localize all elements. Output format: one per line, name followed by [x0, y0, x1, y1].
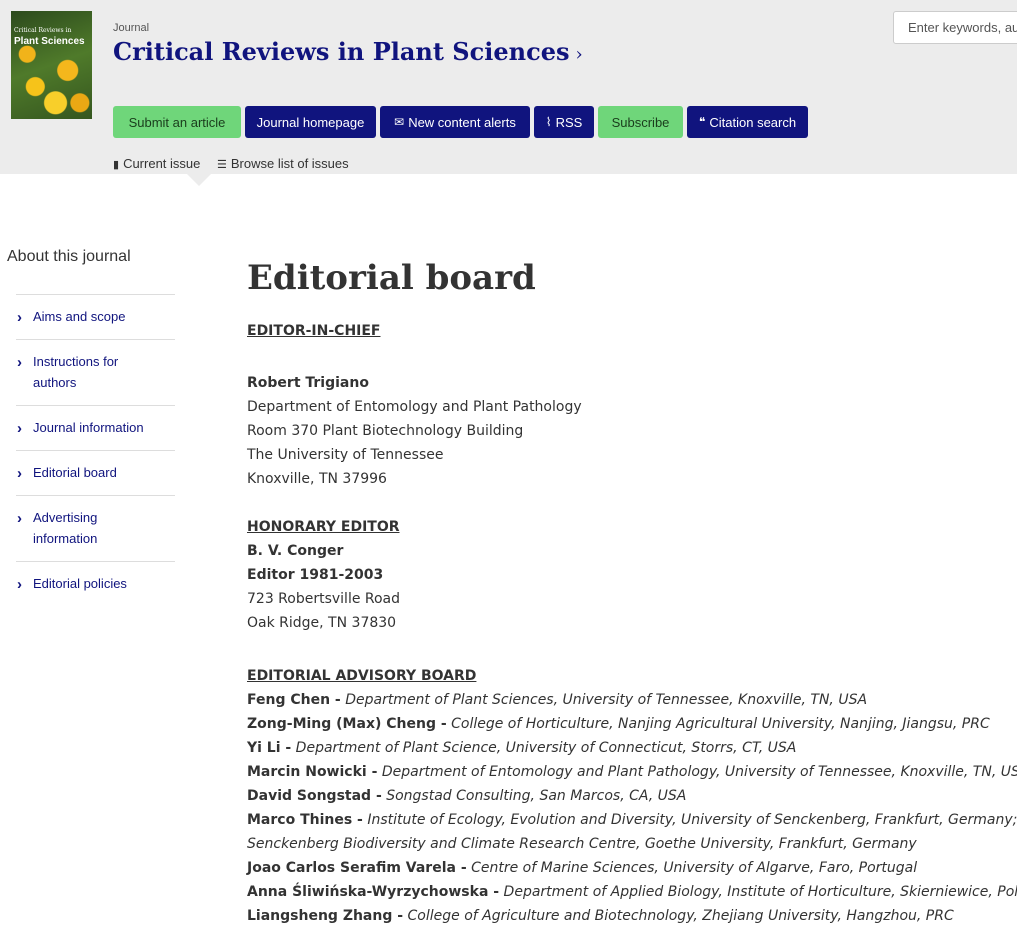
sidebar-item-label: Journal information: [33, 420, 144, 435]
board-member-affiliation: Department of Applied Biology, Institute…: [503, 884, 1017, 900]
board-member-name: Liangsheng Zhang -: [247, 908, 404, 924]
search-placeholder: Enter keywords, au: [908, 20, 1017, 35]
honorary-editor-address-line: 723 Robertsville Road: [247, 591, 401, 607]
subscribe-label: Subscribe: [611, 114, 670, 130]
sidebar-item-aims-and-scope[interactable]: › Aims and scope: [16, 294, 175, 339]
submit-article-button[interactable]: Submit an article: [113, 106, 241, 138]
subscribe-button[interactable]: Subscribe: [598, 106, 683, 138]
journal-homepage-button[interactable]: Journal homepage: [245, 106, 376, 138]
chevron-right-icon: ›: [17, 510, 22, 527]
honorary-editor-heading: HONORARY EDITOR: [247, 519, 400, 535]
cover-text-line-1: Critical Reviews in: [14, 27, 72, 34]
board-member-affiliation: College of Horticulture, Nanjing Agricul…: [451, 716, 990, 732]
board-member-affiliation: Department of Entomology and Plant Patho…: [381, 764, 1017, 780]
editor-in-chief-address-line: Department of Entomology and Plant Patho…: [247, 399, 582, 415]
sidebar-heading: About this journal: [7, 248, 131, 265]
chevron-right-icon: ›: [575, 44, 583, 65]
board-member-name: Feng Chen -: [247, 692, 341, 708]
chevron-right-icon: ›: [17, 309, 22, 326]
journal-title-link[interactable]: Critical Reviews in Plant Sciences ›: [113, 37, 583, 66]
journal-homepage-label: Journal homepage: [256, 114, 365, 130]
journal-label: Journal: [113, 22, 150, 34]
editor-in-chief-name: Robert Trigiano: [247, 375, 369, 391]
advisory-board-heading: EDITORIAL ADVISORY BOARD: [247, 668, 477, 684]
board-member-name: Marcin Nowicki -: [247, 764, 378, 780]
board-member-affiliation: Centre of Marine Sciences, University of…: [471, 860, 918, 876]
search-input[interactable]: Enter keywords, au: [893, 11, 1017, 44]
board-member-name: David Songstad -: [247, 788, 382, 804]
browse-issues-link[interactable]: ☰ Browse list of issues: [217, 156, 349, 171]
board-member-affiliation-continued: Senckenberg Biodiversity and Climate Res…: [247, 836, 917, 852]
honorary-editor-role: Editor 1981-2003: [247, 567, 384, 583]
board-member-affiliation: Institute of Ecology, Evolution and Dive…: [367, 812, 1017, 828]
sidebar-item-editorial-policies[interactable]: › Editorial policies: [16, 561, 175, 606]
citation-search-label: Citation search: [709, 114, 797, 130]
book-icon: ▮: [113, 159, 120, 171]
board-member: Marco Thines - Institute of Ecology, Evo…: [247, 812, 1017, 828]
cover-text-line-2: Plant Sciences: [14, 36, 85, 47]
chevron-right-icon: ›: [17, 354, 22, 371]
new-content-alerts-button[interactable]: ✉ New content alerts: [380, 106, 530, 138]
board-member: Zong-Ming (Max) Cheng - College of Horti…: [247, 716, 990, 732]
board-member: Liangsheng Zhang - College of Agricultur…: [247, 908, 954, 924]
board-member-name: Zong-Ming (Max) Cheng -: [247, 716, 447, 732]
rss-label: RSS: [555, 114, 583, 130]
chevron-right-icon: ›: [17, 465, 22, 482]
current-issue-link[interactable]: ▮ Current issue: [113, 156, 200, 171]
editor-in-chief-address-line: Knoxville, TN 37996: [247, 471, 387, 487]
sidebar-item-advertising-information[interactable]: › Advertising information: [16, 495, 175, 561]
editor-in-chief-heading: EDITOR-IN-CHIEF: [247, 323, 381, 339]
board-member-affiliation: Department of Plant Science, University …: [295, 740, 797, 756]
current-issue-label: Current issue: [123, 156, 201, 171]
honorary-editor-address-line: Oak Ridge, TN 37830: [247, 615, 397, 631]
chevron-right-icon: ›: [17, 420, 22, 437]
board-member: Marcin Nowicki - Department of Entomolog…: [247, 764, 1017, 780]
new-content-alerts-label: New content alerts: [408, 114, 516, 130]
journal-header: Critical Reviews in Plant Sciences Journ…: [0, 0, 1017, 174]
sidebar-item-label: Advertising information: [33, 510, 98, 546]
sidebar-item-label: Instructions for authors: [33, 354, 119, 390]
browse-issues-label: Browse list of issues: [230, 156, 349, 171]
quote-icon: ❝: [698, 115, 706, 129]
sidebar-item-label: Editorial policies: [33, 576, 127, 591]
page-title: Editorial board: [247, 258, 536, 298]
sidebar-nav: › Aims and scope › Instructions for author…: [16, 294, 175, 606]
board-member-affiliation: Songstad Consulting, San Marcos, CA, USA: [386, 788, 687, 804]
board-member: Feng Chen - Department of Plant Sciences…: [247, 692, 867, 708]
editor-in-chief-address-line: The University of Tennessee: [247, 447, 444, 463]
citation-search-button[interactable]: ❝ Citation search: [687, 106, 808, 138]
board-member: Anna Śliwińska-Wyrzychowska - Department…: [247, 884, 1017, 900]
rss-button[interactable]: ⌇ RSS: [534, 106, 594, 138]
board-member: David Songstad - Songstad Consulting, Sa…: [247, 788, 686, 804]
board-member-name: Yi Li -: [247, 740, 292, 756]
board-member-affiliation: Department of Plant Sciences, University…: [345, 692, 868, 708]
sidebar-item-editorial-board[interactable]: › Editorial board: [16, 450, 175, 495]
board-member-name: Anna Śliwińska-Wyrzychowska -: [247, 884, 500, 900]
journal-cover-image[interactable]: Critical Reviews in Plant Sciences: [11, 11, 92, 119]
submit-article-label: Submit an article: [128, 114, 226, 130]
envelope-icon: ✉: [394, 115, 405, 129]
board-member: Joao Carlos Serafim Varela - Centre of M…: [247, 860, 917, 876]
honorary-editor-name: B. V. Conger: [247, 543, 344, 559]
sidebar-item-label: Editorial board: [33, 465, 117, 480]
sidebar-item-label: Aims and scope: [33, 309, 126, 324]
board-member: Yi Li - Department of Plant Science, Uni…: [247, 740, 796, 756]
board-member-name: Joao Carlos Serafim Varela -: [247, 860, 467, 876]
chevron-right-icon: ›: [17, 576, 22, 593]
active-tab-caret: [187, 174, 211, 186]
list-icon: ☰: [217, 159, 227, 171]
sidebar-item-journal-information[interactable]: › Journal information: [16, 405, 175, 450]
journal-title-text: Critical Reviews in Plant Sciences: [113, 37, 570, 66]
sidebar-item-instructions-for-authors[interactable]: › Instructions for authors: [16, 339, 175, 405]
board-member-affiliation: College of Agriculture and Biotechnology…: [407, 908, 954, 924]
board-member-name: Marco Thines -: [247, 812, 363, 828]
rss-icon: ⌇: [545, 115, 552, 129]
editor-in-chief-address-line: Room 370 Plant Biotechnology Building: [247, 423, 524, 439]
